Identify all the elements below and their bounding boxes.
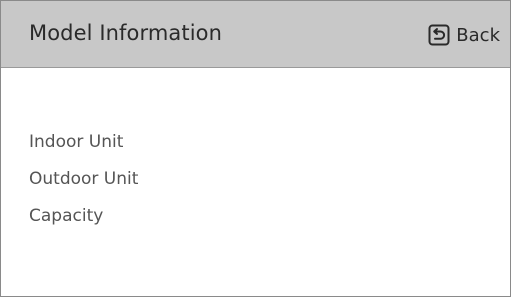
return-arrow-icon (428, 24, 450, 46)
model-info-list: Indoor Unit Outdoor Unit Capacity (29, 131, 138, 242)
outdoor-unit-label: Outdoor Unit (29, 169, 139, 189)
back-label: Back (456, 24, 500, 46)
capacity-label: Capacity (29, 206, 104, 226)
model-information-screen: Model Information Back Indoor Unit Outdo… (0, 0, 511, 297)
back-button[interactable]: Back (428, 21, 500, 49)
header-bar: Model Information Back (1, 1, 510, 68)
page-title: Model Information (29, 21, 222, 45)
indoor-unit-label: Indoor Unit (29, 132, 124, 152)
